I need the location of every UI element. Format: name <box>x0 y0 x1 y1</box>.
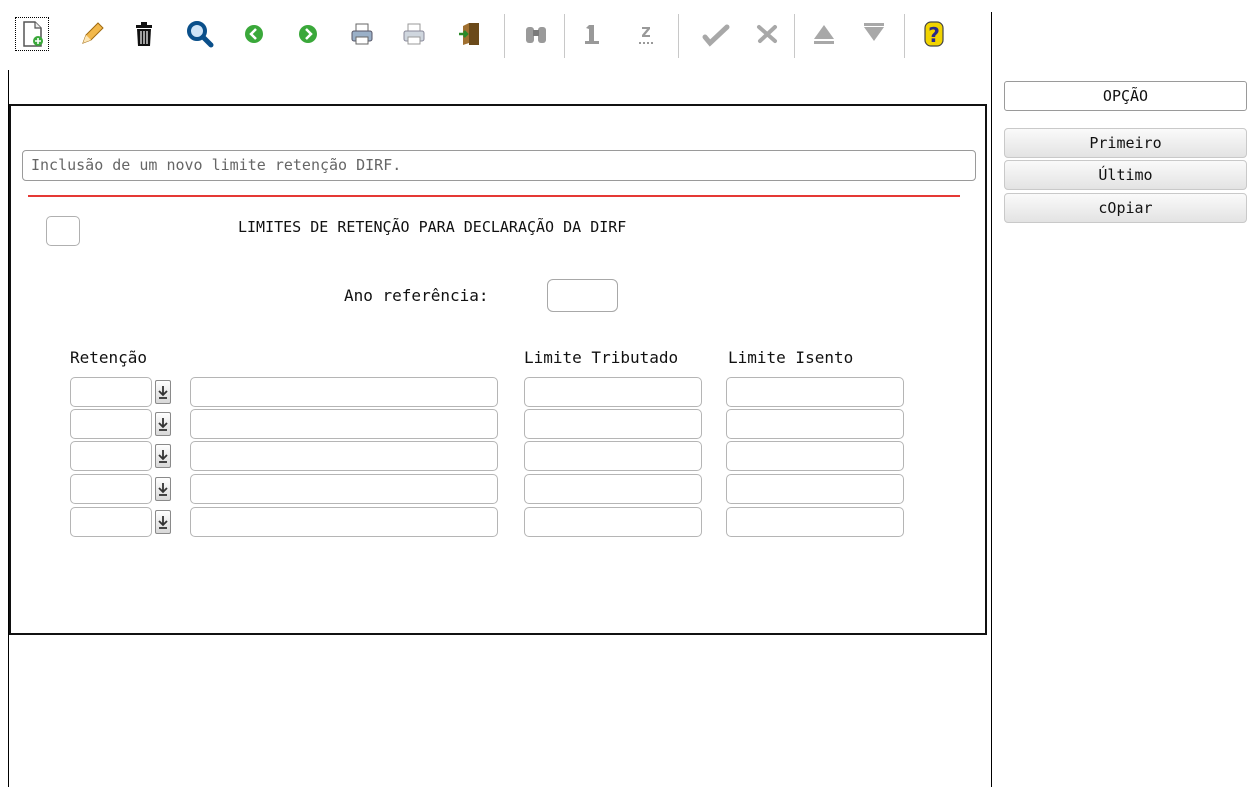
description-bar: Inclusão de um novo limite retenção DIRF… <box>22 150 976 181</box>
form-checkbox[interactable] <box>46 216 80 246</box>
down-icon[interactable] <box>856 16 892 52</box>
retencao-description-field <box>190 441 498 471</box>
svg-text:?: ? <box>928 23 940 47</box>
ano-referencia-label: Ano referência: <box>344 286 489 305</box>
retencao-description-field <box>190 474 498 504</box>
limite-isento-input[interactable] <box>726 441 904 471</box>
exit-icon[interactable] <box>452 16 488 52</box>
retencao-description-field <box>190 377 498 407</box>
retencao-code-input[interactable] <box>70 377 152 407</box>
help-icon[interactable]: ? <box>916 16 952 52</box>
ultimo-button[interactable]: Último <box>1004 160 1247 190</box>
primeiro-button[interactable]: Primeiro <box>1004 128 1247 158</box>
print-preview-icon[interactable] <box>396 16 432 52</box>
toolbar-separator <box>678 14 679 58</box>
red-divider <box>28 195 960 197</box>
next-icon[interactable] <box>290 16 326 52</box>
copiar-button[interactable]: cOpiar <box>1004 193 1247 223</box>
toolbar-separator <box>794 14 795 58</box>
retencao-code-input[interactable] <box>70 409 152 439</box>
lookup-arrow-icon[interactable] <box>155 510 171 534</box>
form-frame <box>9 104 987 635</box>
cancel-icon[interactable] <box>748 16 784 52</box>
right-divider <box>991 12 992 787</box>
limite-isento-header: Limite Isento <box>728 348 854 367</box>
binoculars-icon[interactable] <box>518 16 554 52</box>
retencao-code-input[interactable] <box>70 507 152 537</box>
limite-isento-input[interactable] <box>726 377 904 407</box>
limite-isento-input[interactable] <box>726 409 904 439</box>
delete-icon[interactable] <box>126 16 162 52</box>
limite-tributado-input[interactable] <box>524 441 702 471</box>
retencao-description-field <box>190 507 498 537</box>
limite-tributado-header: Limite Tributado <box>524 348 679 367</box>
toolbar: ? <box>8 8 988 70</box>
toolbar-separator <box>904 14 905 58</box>
confirm-icon[interactable] <box>698 16 734 52</box>
previous-icon[interactable] <box>236 16 272 52</box>
limite-tributado-input[interactable] <box>524 474 702 504</box>
limite-tributado-input[interactable] <box>524 409 702 439</box>
lookup-arrow-icon[interactable] <box>155 444 171 468</box>
opcao-header: OPÇÃO <box>1004 81 1247 111</box>
last-icon[interactable] <box>628 16 664 52</box>
lookup-arrow-icon[interactable] <box>155 477 171 501</box>
toolbar-separator <box>564 14 565 58</box>
new-record-icon[interactable] <box>14 16 50 52</box>
search-icon[interactable] <box>182 16 218 52</box>
toolbar-separator <box>504 14 505 58</box>
retencao-code-input[interactable] <box>70 474 152 504</box>
lookup-arrow-icon[interactable] <box>155 380 171 404</box>
ano-referencia-input[interactable] <box>547 279 618 312</box>
limite-isento-input[interactable] <box>726 507 904 537</box>
retencao-header: Retenção <box>70 348 148 367</box>
limite-isento-input[interactable] <box>726 474 904 504</box>
print-icon[interactable] <box>344 16 380 52</box>
limite-tributado-input[interactable] <box>524 377 702 407</box>
up-icon[interactable] <box>806 16 842 52</box>
retencao-code-input[interactable] <box>70 441 152 471</box>
form-title: LIMITES DE RETENÇÃO PARA DECLARAÇÃO DA D… <box>238 218 627 236</box>
limite-tributado-input[interactable] <box>524 507 702 537</box>
lookup-arrow-icon[interactable] <box>155 412 171 436</box>
first-icon[interactable] <box>574 16 610 52</box>
retencao-description-field <box>190 409 498 439</box>
edit-icon[interactable] <box>74 16 110 52</box>
